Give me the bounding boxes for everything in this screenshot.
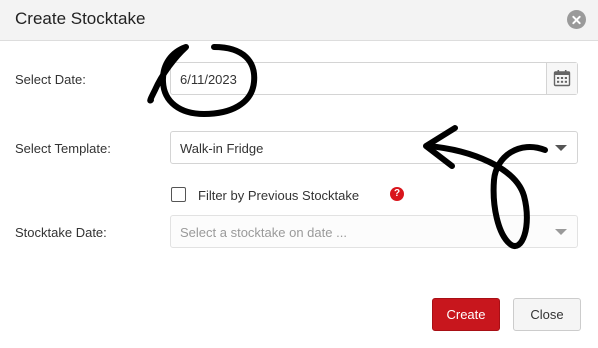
select-template-label: Select Template: [15, 141, 111, 156]
template-value: Walk-in Fridge [180, 141, 264, 156]
annotation-overlay [147, 44, 548, 249]
close-icon[interactable] [567, 10, 586, 29]
select-date-label: Select Date: [15, 72, 86, 87]
calendar-icon [553, 70, 571, 87]
dialog-title: Create Stocktake [15, 9, 146, 28]
stocktake-date-placeholder: Select a stocktake on date ... [180, 225, 347, 240]
close-button[interactable]: Close [513, 298, 581, 331]
calendar-button[interactable] [546, 63, 577, 94]
template-select[interactable]: Walk-in Fridge [170, 131, 578, 164]
dialog-header: Create Stocktake [0, 0, 598, 41]
create-button[interactable]: Create [432, 298, 500, 331]
date-field[interactable]: 6/11/2023 [170, 62, 578, 95]
chevron-down-icon [555, 145, 567, 151]
filter-checkbox[interactable] [171, 187, 186, 202]
stocktake-date-select[interactable]: Select a stocktake on date ... [170, 215, 578, 248]
help-icon[interactable]: ? [390, 187, 404, 201]
date-value[interactable]: 6/11/2023 [180, 72, 237, 87]
stocktake-date-label: Stocktake Date: [15, 225, 107, 240]
filter-label[interactable]: Filter by Previous Stocktake [198, 188, 359, 203]
chevron-down-icon [555, 229, 567, 235]
